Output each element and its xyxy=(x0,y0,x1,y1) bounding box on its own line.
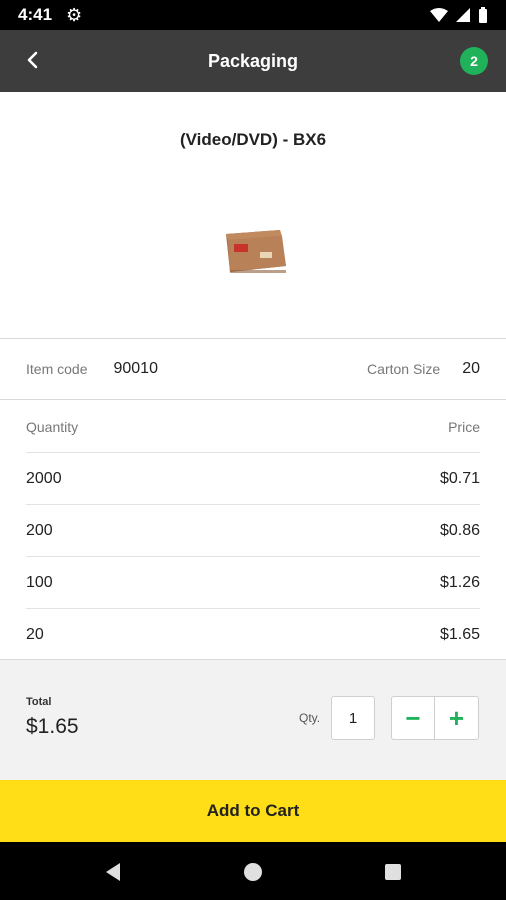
settings-gear-icon: ⚙ xyxy=(66,5,83,25)
status-bar: 4:41 ⚙ xyxy=(0,0,506,30)
row-price: $0.86 xyxy=(439,521,480,539)
product-name: (Video/DVD) - BX6 xyxy=(179,130,327,149)
carton-size-value: 20 xyxy=(462,360,480,377)
row-quantity: 2000 xyxy=(26,469,62,487)
product-header: (Video/DVD) - BX6 xyxy=(0,92,506,338)
quantity-header: Quantity xyxy=(26,418,79,435)
price-table: Quantity Price 2000 $0.71 200 $0.86 100 … xyxy=(0,401,506,661)
system-nav-bar xyxy=(0,842,506,900)
back-button[interactable] xyxy=(14,42,50,78)
page-title: Packaging xyxy=(207,50,299,71)
row-price: $0.71 xyxy=(439,469,480,487)
app-bar: Packaging 2 xyxy=(0,30,506,92)
chevron-left-icon xyxy=(27,51,38,69)
order-summary: Total $1.65 Qty. 1 − + xyxy=(0,659,506,780)
qty-label: Qty. xyxy=(299,711,321,725)
table-row: 100 $1.26 xyxy=(26,557,480,609)
item-code-value: 90010 xyxy=(113,360,158,377)
quantity-stepper: − + xyxy=(391,696,479,740)
item-code-label: Item code xyxy=(26,361,88,377)
row-quantity: 100 xyxy=(26,573,53,591)
carton-size-label: Carton Size xyxy=(367,361,441,377)
nav-recents-icon[interactable] xyxy=(380,859,406,885)
row-quantity: 200 xyxy=(26,521,53,539)
total-label: Total xyxy=(26,696,52,708)
decrease-quantity-button[interactable]: − xyxy=(392,697,436,739)
add-to-cart-button[interactable]: Add to Cart xyxy=(0,780,506,842)
nav-back-icon[interactable] xyxy=(100,859,126,885)
price-header: Price xyxy=(448,418,480,435)
increase-quantity-button[interactable]: + xyxy=(435,697,478,739)
product-specs: Item code 90010 Carton Size 20 xyxy=(0,339,506,399)
product-image xyxy=(226,230,286,273)
cart-count-badge[interactable]: 2 xyxy=(460,47,488,75)
wifi-icon xyxy=(430,8,448,22)
status-icons xyxy=(430,7,488,23)
table-row: 200 $0.86 xyxy=(26,505,480,557)
row-price: $1.65 xyxy=(439,626,480,643)
nav-home-icon[interactable] xyxy=(240,859,266,885)
table-header-row: Quantity Price xyxy=(26,401,480,453)
battery-icon xyxy=(479,7,487,23)
row-price: $1.26 xyxy=(439,573,480,591)
quantity-input[interactable]: 1 xyxy=(331,696,375,740)
status-time: 4:41 xyxy=(18,5,53,24)
table-row: 20 $1.65 xyxy=(26,609,480,661)
row-quantity: 20 xyxy=(26,626,44,643)
divider xyxy=(0,399,506,400)
total-value: $1.65 xyxy=(26,715,79,738)
table-row: 2000 $0.71 xyxy=(26,453,480,505)
signal-icon xyxy=(456,8,470,22)
